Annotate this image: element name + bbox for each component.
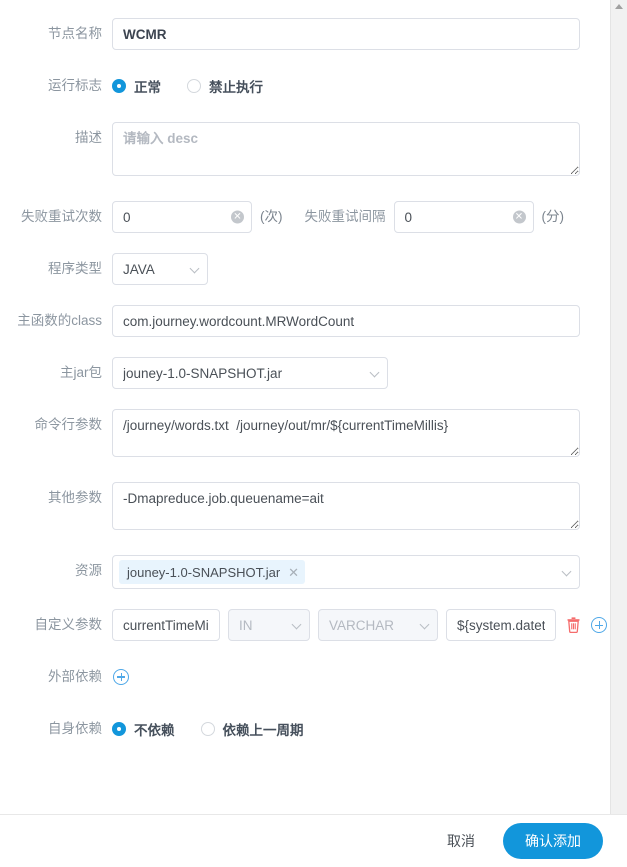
run-flag-option-forbidden[interactable]: 禁止执行: [187, 76, 263, 96]
add-param-button[interactable]: [590, 616, 608, 634]
self-dependency-option-none-label: 不依赖: [134, 723, 175, 738]
resource-tag-label: jouney-1.0-SNAPSHOT.jar: [127, 564, 281, 580]
label-description: 描述: [75, 130, 102, 145]
resource-tag: jouney-1.0-SNAPSHOT.jar ✕: [119, 560, 306, 584]
custom-param-direction-select[interactable]: [228, 609, 310, 641]
clear-icon[interactable]: ✕: [231, 210, 244, 224]
main-class-input[interactable]: [112, 305, 580, 337]
radio-dot-icon: [187, 79, 201, 93]
description-textarea[interactable]: [112, 122, 580, 176]
label-custom-params: 自定义参数: [34, 617, 103, 632]
field-run-flag: 运行标志 正常 禁止执行: [0, 70, 610, 102]
label-self-dependency: 自身依赖: [48, 721, 102, 736]
field-other-args: 其他参数: [0, 482, 610, 535]
custom-param-direction-value[interactable]: [228, 609, 310, 641]
field-external-dependency: 外部依赖: [0, 661, 610, 693]
retry-interval-wrap: ✕: [393, 201, 534, 233]
label-node-name: 节点名称: [48, 26, 102, 41]
self-dependency-option-previous-label: 依赖上一周期: [222, 723, 304, 738]
custom-param-name-wrap: [112, 609, 220, 641]
confirm-add-button[interactable]: 确认添加: [503, 823, 603, 859]
dialog-body: 节点名称 运行标志 正常 禁止执行: [0, 0, 627, 815]
self-dependency-radio-group: 不依赖 依赖上一周期: [112, 713, 610, 745]
clear-icon[interactable]: ✕: [512, 210, 526, 224]
run-flag-option-normal-label: 正常: [134, 80, 161, 95]
custom-param-type-value[interactable]: [318, 609, 438, 641]
radio-dot-icon: [200, 722, 215, 736]
retry-interval-unit: (分): [541, 209, 565, 224]
node-name-input[interactable]: [112, 18, 580, 50]
main-jar-select[interactable]: [112, 357, 388, 389]
other-args-textarea[interactable]: [112, 482, 580, 530]
custom-param-type-select[interactable]: [318, 609, 438, 641]
custom-param-value-wrap: [446, 609, 556, 641]
retry-times-unit: (次): [260, 209, 283, 224]
label-run-flag: 运行标志: [48, 78, 102, 93]
custom-param-row: [112, 609, 610, 641]
field-resources: 资源 jouney-1.0-SNAPSHOT.jar ✕: [0, 555, 610, 589]
label-program-type: 程序类型: [48, 261, 102, 276]
plus-circle-icon: [591, 617, 607, 633]
label-retry-times: 失败重试次数: [21, 209, 102, 224]
radio-dot-icon: [112, 79, 126, 93]
label-retry-interval: 失败重试间隔: [304, 209, 386, 224]
resources-tag-box[interactable]: jouney-1.0-SNAPSHOT.jar ✕: [112, 555, 580, 589]
program-type-select[interactable]: [112, 253, 208, 285]
label-other-args: 其他参数: [48, 490, 102, 505]
program-type-value[interactable]: [112, 253, 208, 285]
field-node-name: 节点名称: [0, 18, 610, 50]
run-flag-radio-group: 正常 禁止执行: [112, 70, 610, 102]
plus-circle-icon: [113, 668, 129, 685]
label-command-args: 命令行参数: [34, 417, 103, 432]
dialog-footer: 取消 确认添加: [0, 815, 627, 867]
custom-param-name-input[interactable]: [112, 609, 220, 641]
field-self-dependency: 自身依赖 不依赖 依赖上一周期: [0, 713, 610, 745]
add-external-dependency-button[interactable]: [112, 668, 130, 686]
field-main-class: 主函数的class: [0, 305, 610, 337]
field-retry: 失败重试次数 ✕ (次) 失败重试间隔 ✕ (分): [0, 201, 610, 233]
field-main-jar: 主jar包: [0, 357, 610, 389]
custom-param-value-input[interactable]: [446, 609, 556, 641]
field-command-args: 命令行参数: [0, 409, 610, 462]
trash-icon: [567, 617, 579, 633]
close-icon[interactable]: ✕: [288, 566, 299, 579]
label-external-dependency: 外部依赖: [48, 669, 102, 684]
vertical-scrollbar[interactable]: [610, 0, 627, 814]
task-form: 节点名称 运行标志 正常 禁止执行: [0, 0, 610, 814]
self-dependency-option-none[interactable]: 不依赖: [112, 719, 175, 739]
run-flag-option-normal[interactable]: 正常: [112, 76, 161, 96]
command-args-textarea[interactable]: [112, 409, 580, 457]
label-main-jar: 主jar包: [59, 365, 102, 380]
scroll-up-arrow-icon[interactable]: [615, 4, 623, 9]
field-custom-params: 自定义参数: [0, 609, 610, 641]
radio-dot-icon: [112, 722, 126, 736]
retry-times-wrap: ✕: [112, 201, 252, 233]
resources-select[interactable]: jouney-1.0-SNAPSHOT.jar ✕: [112, 555, 580, 589]
self-dependency-option-previous[interactable]: 依赖上一周期: [200, 719, 304, 739]
field-description: 描述: [0, 122, 610, 181]
main-jar-value[interactable]: [112, 357, 388, 389]
label-main-class: 主函数的class: [17, 313, 102, 328]
delete-param-button[interactable]: [564, 616, 582, 634]
field-program-type: 程序类型: [0, 253, 610, 285]
task-definition-dialog: 节点名称 运行标志 正常 禁止执行: [0, 0, 627, 867]
cancel-button[interactable]: 取消: [441, 830, 481, 852]
run-flag-option-forbidden-label: 禁止执行: [209, 80, 263, 95]
label-resources: 资源: [75, 563, 102, 578]
